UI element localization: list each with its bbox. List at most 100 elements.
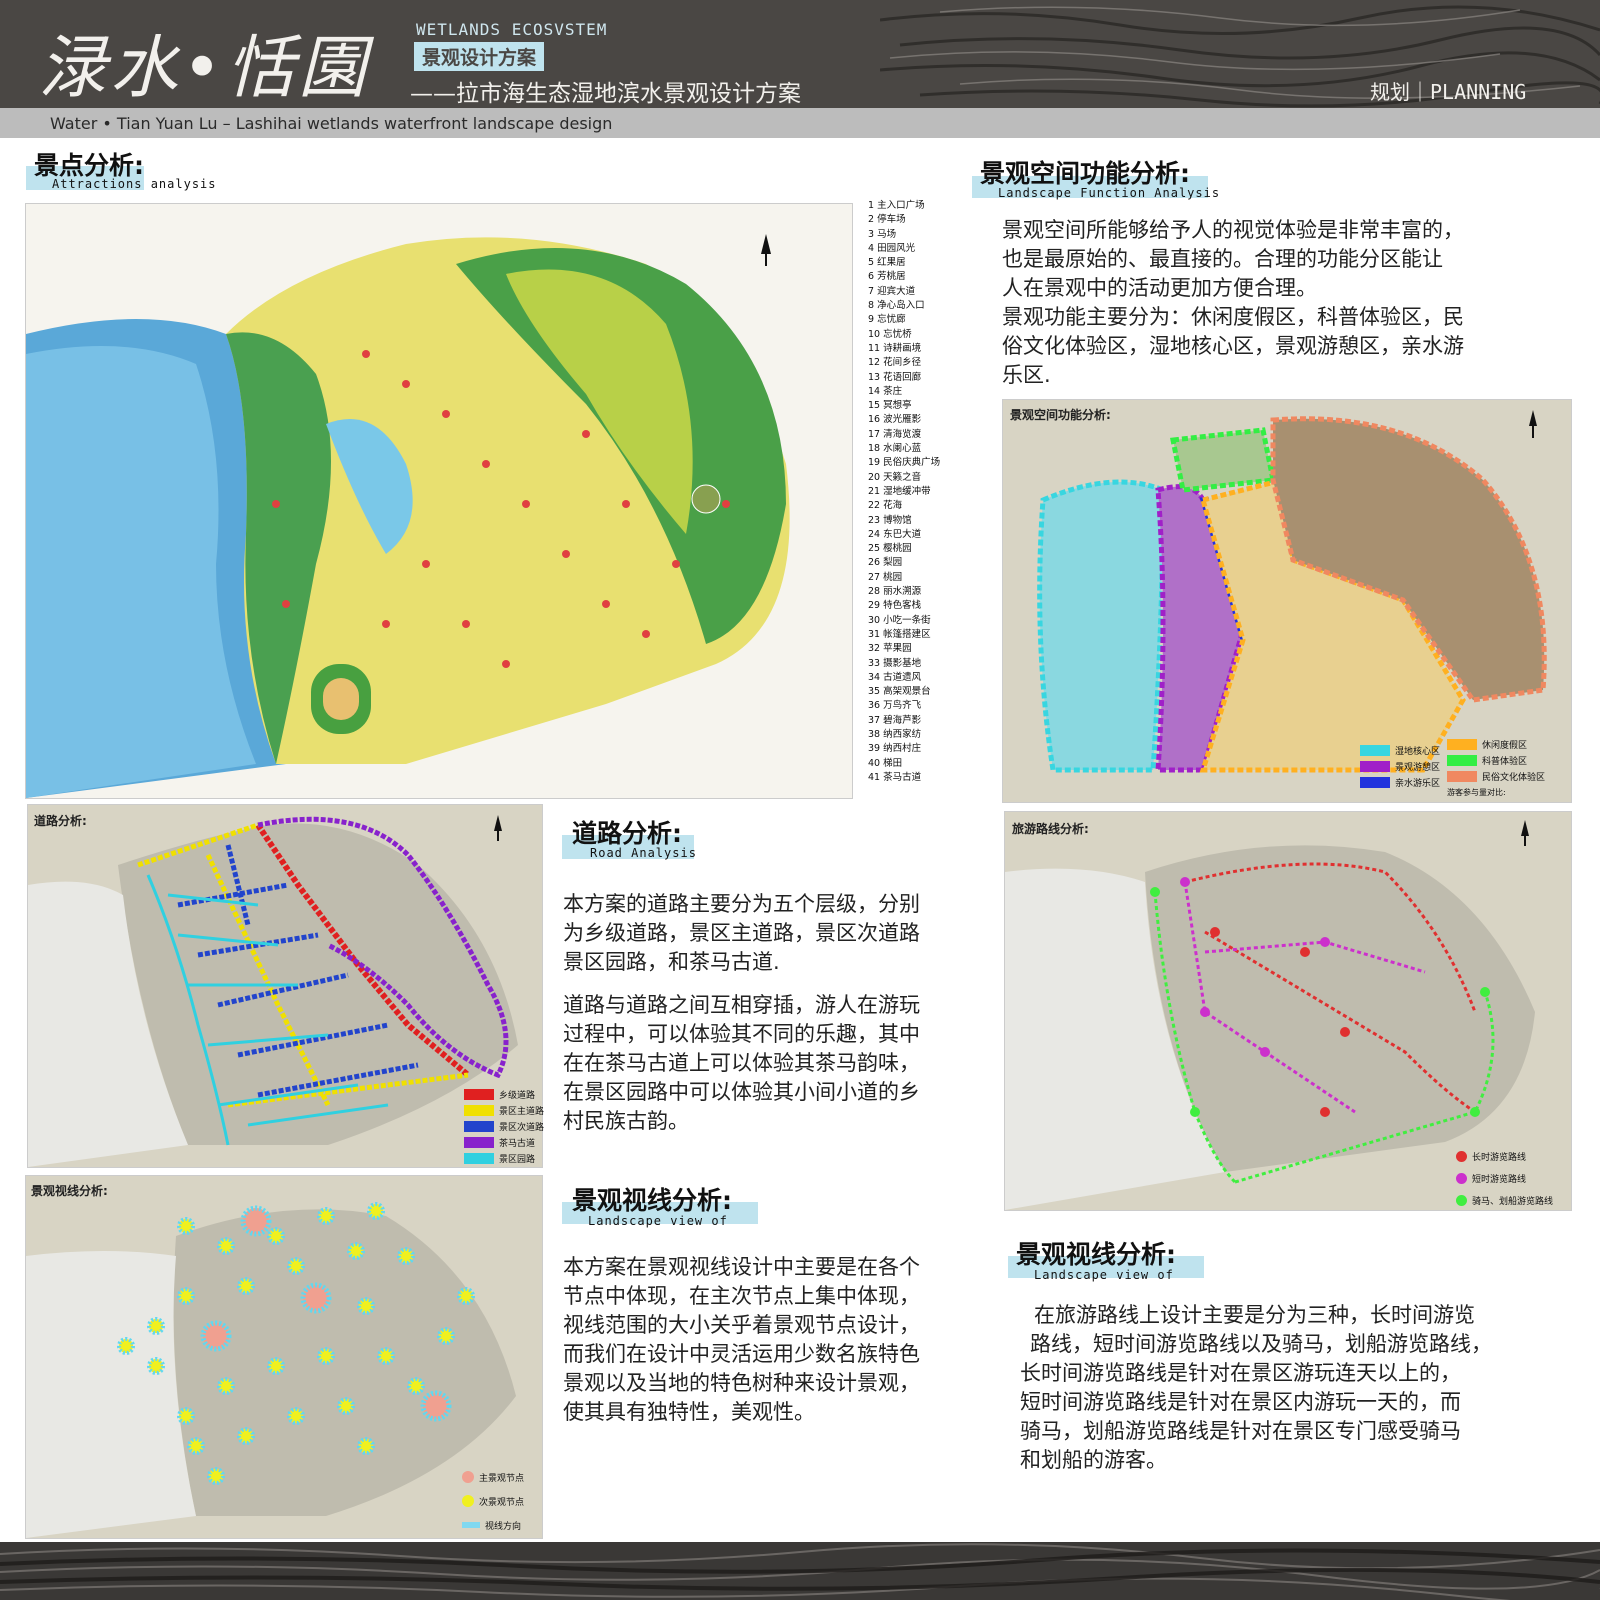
legend-item: 41 茶马古道 [868,771,922,783]
legend-item: 长时游览路线 [1456,1145,1553,1167]
legend-item: 40 梯田 [868,757,903,769]
legend-item: 乡级道路 [464,1086,544,1102]
legend-swatch [462,1471,474,1483]
legend-swatch [1360,744,1390,756]
text-line: 本方案的道路主要分为五个层级，分别 [563,892,920,916]
text-line: 人在景观中的活动更加方便合理。 [1002,276,1317,300]
participation-label: 游客参与量对比: [1447,787,1506,797]
minor-view-node [317,1207,335,1225]
minor-view-node [397,1247,415,1265]
legend-item: 34 古道遗风 [868,671,922,683]
minor-view-node [217,1377,235,1395]
legend-swatch [464,1136,494,1148]
legend-item: 4 田园风光 [868,242,916,254]
legend-swatch [1456,1194,1467,1206]
text-line: 视线范围的大小关乎着景观节点设计， [563,1313,920,1337]
english-subtitle: Water • Tian Yuan Lu – Lashihai wetlands… [50,114,613,133]
legend-item: 3 马场 [868,228,897,240]
legend-item: 35 高架观景台 [868,686,931,698]
legend-item: 19 民俗庆典广场 [868,457,941,469]
function-title-en: Landscape Function Analysis [998,186,1221,200]
legend-item: 36 万鸟齐飞 [868,700,922,712]
legend-item: 7 迎宾大道 [868,285,916,297]
legend-item: 2 停车场 [868,214,906,226]
legend-swatch [1456,1172,1467,1184]
attractions-title-en: Attractions analysis [52,177,217,191]
legend-item: 23 博物馆 [868,514,912,526]
legend-item: 景区主道路 [464,1102,544,1118]
minor-view-node [377,1347,395,1365]
minor-view-node [267,1357,285,1375]
minor-view-node [237,1277,255,1295]
legend-item: 25 樱桃园 [868,543,912,555]
tour-title: 景观视线分析: [1016,1240,1176,1269]
minor-view-node [177,1217,195,1235]
text-line: 俗文化体验区，湿地核心区，景观游憩区，亲水游 [1002,334,1464,358]
tour-map-label: 旅游路线分析: [1012,822,1089,836]
legend-item: 16 波光雁影 [868,414,922,426]
legend-item: 休闲度假区 [1447,736,1545,752]
text-line: 节点中体现，在主次节点上集中体现， [563,1284,920,1308]
minor-view-node [287,1407,305,1425]
legend-item: 29 特色客栈 [868,600,922,612]
function-title: 景观空间功能分析: [980,159,1190,188]
legend-item: 32 苹果园 [868,643,912,655]
major-view-node [300,1282,332,1314]
legend-item: 短时游览路线 [1456,1167,1553,1189]
legend-item: 30 小吃一条街 [868,614,931,626]
legend-swatch [464,1088,494,1100]
legend-item: 12 花间乡径 [868,357,922,369]
text-line: 为乡级道路，景区主道路，景区次道路 [563,921,920,945]
legend-item: 28 丽水溯源 [868,586,922,598]
scheme-tag: 景观设计方案 [414,42,545,71]
legend-item: 10 忘忧桥 [868,328,912,340]
minor-view-node [237,1427,255,1445]
legend-item: 景区园路 [464,1150,544,1166]
text-line: 景观功能主要分为：休闲度假区，科普体验区，民 [1002,305,1464,329]
view-legend: 主景观节点 次景观节点 视线方向 [462,1465,524,1537]
minor-view-node [437,1327,455,1345]
text-line: 使其具有独特性，美观性。 [563,1400,815,1424]
legend-item: 11 诗耕画境 [868,342,922,354]
text-line: 本方案在景观视线设计中主要是在各个 [563,1255,920,1279]
minor-view-node [347,1242,365,1260]
legend-item: 13 花语回廊 [868,371,922,383]
minor-view-node [357,1297,375,1315]
legend-swatch [1360,776,1390,788]
minor-view-node [357,1437,375,1455]
project-subtitle: ——拉市海生态湿地滨水景观设计方案 [410,81,801,107]
legend-swatch [1447,770,1477,782]
legend-item: 9 忘忧廊 [868,314,906,326]
text-line: 在在茶马古道上可以体验其茶马韵味， [563,1051,920,1075]
text-line: 也是最原始的、最直接的。合理的功能分区能让 [1002,247,1443,271]
legend-item: 科普体验区 [1447,752,1545,768]
text-line: 长时间游览路线是针对在景区游玩连天以上的， [1020,1361,1461,1385]
minor-view-node [147,1357,165,1375]
text-line: 道路与道路之间互相穿插，游人在游玩 [563,993,920,1017]
legend-item: 次景观节点 [462,1489,524,1513]
tour-legend: 长时游览路线 短时游览路线 骑马、划船游览路线 [1456,1145,1553,1211]
text-line: 在旅游路线上设计主要是分为三种，长时间游览 [1034,1303,1475,1327]
legend-item: 亲水游乐区 [1360,774,1440,790]
road-title: 道路分析: [572,819,682,848]
minor-view-node [217,1237,235,1255]
minor-view-node [317,1347,335,1365]
legend-swatch [462,1495,474,1507]
road-title-en: Road Analysis [590,846,697,860]
text-line: 路线，短时间游览路线以及骑马，划船游览路线， [1030,1332,1492,1356]
text-line: 过程中，可以体验其不同的乐趣，其中 [563,1022,920,1046]
legend-item: 17 清海览渡 [868,428,922,440]
legend-item: 骑马、划船游览路线 [1456,1189,1553,1211]
legend-item: 茶马古道 [464,1134,544,1150]
legend-item: 20 天籁之音 [868,471,922,483]
minor-view-node [407,1377,425,1395]
legend-item: 22 花海 [868,500,903,512]
view-title-en: Landscape view of [588,1214,728,1228]
legend-item: 民俗文化体验区 [1447,768,1545,784]
text-line: 短时间游览路线是针对在景区内游玩一天的，而 [1020,1390,1461,1414]
legend-swatch [1456,1150,1467,1162]
major-view-node [420,1390,452,1422]
footer-brush-band [0,1542,1600,1600]
legend-item: 24 东巴大道 [868,528,922,540]
road-description: 本方案的道路主要分为五个层级，分别 为乡级道路，景区主道路，景区次道路 景区园路… [563,890,993,1136]
